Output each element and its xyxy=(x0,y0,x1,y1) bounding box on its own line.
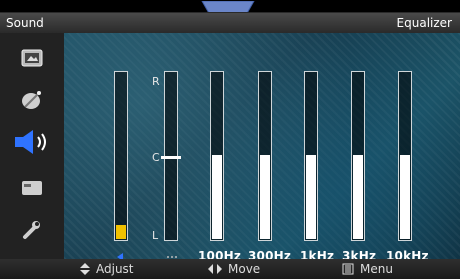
eq-band-fill xyxy=(400,155,410,239)
balance-label-center: C xyxy=(152,151,160,164)
balance-center-marker xyxy=(161,156,181,159)
sidebar xyxy=(0,33,64,259)
balance-label-right: R xyxy=(152,75,160,88)
adjust-hint-label: Adjust xyxy=(96,262,134,276)
eq-band-fill xyxy=(306,155,316,239)
sidebar-item-setup[interactable] xyxy=(14,173,50,203)
card-icon xyxy=(22,181,42,195)
sidebar-item-sound[interactable] xyxy=(10,127,56,157)
eq-band-fill xyxy=(212,155,222,239)
balance-bar[interactable] xyxy=(114,71,128,241)
balance-bar-fill xyxy=(116,225,126,239)
move-hint-label: Move xyxy=(228,262,261,276)
balance-scale-bar[interactable] xyxy=(161,71,181,241)
move-hint: Move xyxy=(208,259,260,279)
picture-icon xyxy=(21,49,43,67)
wrench-icon xyxy=(23,221,40,239)
equalizer-panel: R C L 100Hz 300Hz 1kHz 3kHz 10kHz xyxy=(64,33,460,263)
speaker-icon xyxy=(15,130,46,154)
eq-band-fill xyxy=(353,155,363,239)
menu-hint: Menu xyxy=(342,259,393,279)
eq-band-bar[interactable] xyxy=(398,71,412,241)
adjust-hint: Adjust xyxy=(80,259,134,279)
menu-hint-label: Menu xyxy=(360,262,393,276)
menu-title: Sound xyxy=(6,16,44,30)
sidebar-item-channel[interactable] xyxy=(14,85,50,115)
eq-band-bar[interactable] xyxy=(351,71,365,241)
eq-band-bar[interactable] xyxy=(210,71,224,241)
sidebar-item-picture[interactable] xyxy=(14,43,50,73)
sidebar-item-tools[interactable] xyxy=(14,215,50,245)
left-right-arrows-icon xyxy=(208,264,222,274)
eq-band-fill xyxy=(260,155,270,239)
sound-menu-window: Sound Equalizer R C L 100Hz 300Hz 1kHz 3… xyxy=(0,12,460,279)
control-hints-bar: Adjust Move Menu xyxy=(0,259,460,279)
up-down-arrows-icon xyxy=(80,263,90,275)
eq-band-bar[interactable] xyxy=(304,71,318,241)
menu-header: Sound Equalizer xyxy=(0,13,460,33)
eq-band-bar[interactable] xyxy=(258,71,272,241)
menu-icon xyxy=(342,263,354,275)
satellite-dish-icon xyxy=(22,91,41,109)
balance-label-left: L xyxy=(152,229,159,242)
menu-mode-title: Equalizer xyxy=(396,16,452,30)
